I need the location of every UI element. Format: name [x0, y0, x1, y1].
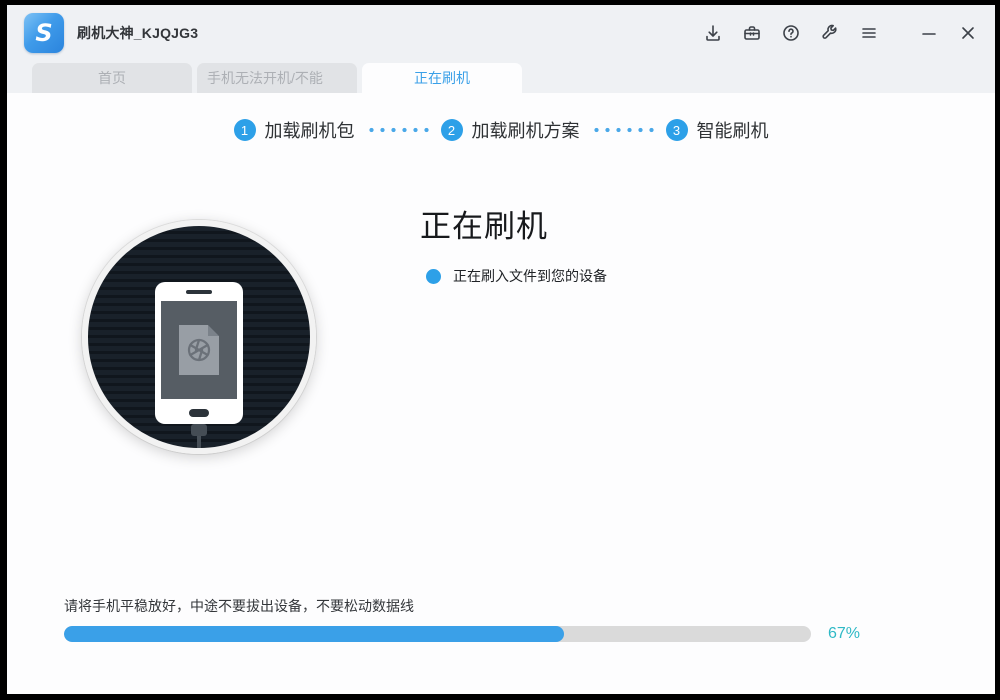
title-bar: S 刷机大神_KJQJG3: [7, 5, 995, 60]
titlebar-actions: [700, 20, 981, 46]
tab-phone-wont-boot-label: 手机无法开机/不能: [207, 68, 323, 88]
phone-screen: [161, 301, 237, 399]
page-title: 正在刷机: [420, 201, 607, 246]
step-1: 1 加载刷机包: [234, 117, 355, 143]
phone-illustration: [155, 282, 243, 424]
tab-flashing[interactable]: 正在刷机: [362, 63, 522, 93]
warning-text: 请将手机平稳放好，中途不要拔出设备，不要松动数据线: [64, 596, 938, 616]
firmware-file-icon: [179, 325, 219, 375]
phone-speaker: [186, 290, 212, 294]
tab-flashing-label: 正在刷机: [414, 68, 470, 88]
step-1-circle: 1: [234, 119, 256, 141]
flashing-illustration: [82, 220, 316, 454]
download-icon[interactable]: [700, 20, 726, 46]
status-text: 正在刷入文件到您的设备: [453, 266, 607, 286]
tab-home[interactable]: 首页: [32, 63, 192, 93]
help-icon[interactable]: [778, 20, 804, 46]
step-3-circle: 3: [666, 119, 688, 141]
app-window: S 刷机大神_KJQJG3: [7, 5, 995, 694]
tab-phone-wont-boot[interactable]: 手机无法开机/不能: [197, 63, 357, 93]
usb-plug: [191, 424, 207, 436]
minimize-button[interactable]: [916, 20, 942, 46]
step-2-circle: 2: [441, 119, 463, 141]
step-1-label: 加载刷机包: [265, 117, 355, 143]
step-2: 2 加载刷机方案: [441, 117, 580, 143]
wrench-icon[interactable]: [817, 20, 843, 46]
tab-bar: 首页 手机无法开机/不能 正在刷机: [7, 60, 995, 93]
step-connector-dots: [591, 127, 655, 133]
tab-home-label: 首页: [98, 68, 126, 88]
progress-bar: [64, 626, 811, 642]
toolbox-icon[interactable]: [739, 20, 765, 46]
menu-icon[interactable]: [856, 20, 882, 46]
progress-row: 67%: [64, 625, 938, 643]
step-indicator: 1 加载刷机包 2 加载刷机方案 3 智能刷机: [7, 117, 995, 143]
progress-percent-label: 67%: [828, 625, 860, 643]
file-fold-corner: [208, 325, 219, 336]
step-2-label: 加载刷机方案: [472, 117, 580, 143]
phone-home-button: [189, 409, 209, 417]
status-row: 正在刷入文件到您的设备: [420, 266, 607, 286]
step-3: 3 智能刷机: [666, 117, 769, 143]
content-area: 1 加载刷机包 2 加载刷机方案 3 智能刷机: [7, 117, 995, 143]
status-dot-icon: [426, 269, 441, 284]
step-3-label: 智能刷机: [697, 117, 769, 143]
app-logo-icon: S: [24, 13, 64, 53]
swirl-logo-icon: [184, 335, 214, 365]
svg-text:S: S: [35, 19, 52, 47]
footer: 请将手机平稳放好，中途不要拔出设备，不要松动数据线 67%: [64, 596, 938, 643]
usb-cable: [197, 436, 201, 454]
progress-bar-fill: [64, 626, 564, 642]
main-text-block: 正在刷机 正在刷入文件到您的设备: [420, 201, 607, 286]
close-button[interactable]: [955, 20, 981, 46]
step-connector-dots: [366, 127, 430, 133]
window-title: 刷机大神_KJQJG3: [77, 23, 198, 43]
